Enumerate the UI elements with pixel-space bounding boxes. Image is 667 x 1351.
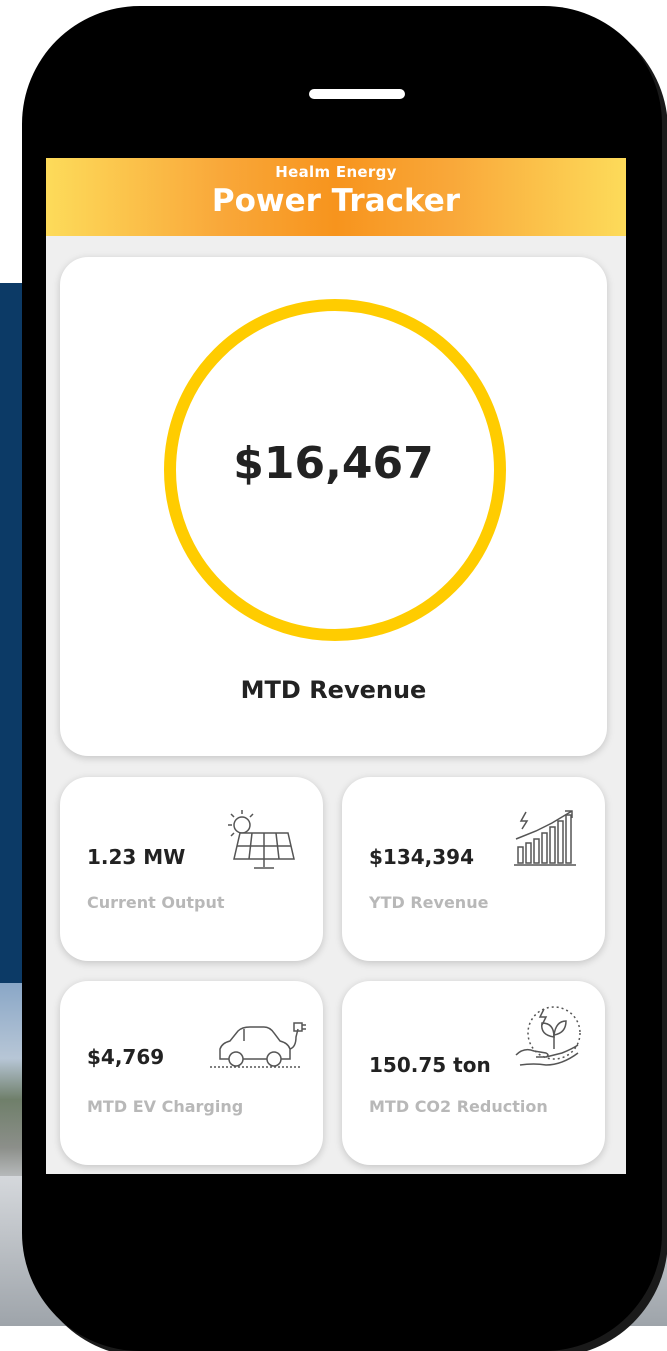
mtd-revenue-value: $16,467 [233,438,434,489]
app-title: Power Tracker [211,183,461,219]
co2-reduction-label: MTD CO2 Reduction [369,1097,548,1116]
ytd-revenue-label: YTD Revenue [369,893,489,912]
app-header: Healm Energy Power Tracker [46,158,626,236]
app-screen: Healm Energy Power Tracker $16,467 MTD R… [46,158,626,1174]
current-output-card[interactable]: 1.23 MW Current Output [60,777,323,961]
brand-name: Healm Energy [275,163,397,181]
co2-reduction-card[interactable]: 150.75 ton MTD CO2 Reduction [342,981,605,1165]
ev-charging-value: $4,769 [87,1045,165,1069]
mtd-revenue-label: MTD Revenue [240,676,427,704]
solar-panel-icon [228,810,295,869]
co2-reduction-value: 150.75 ton [369,1053,491,1077]
phone-speaker [309,89,405,99]
ev-car-charging-icon [210,1022,306,1068]
plant-hand-icon [515,1006,581,1066]
ev-charging-card[interactable]: $4,769 MTD EV Charging [60,981,323,1165]
ytd-revenue-value: $134,394 [369,845,475,869]
ytd-revenue-card[interactable]: $134,394 YTD Revenue [342,777,605,961]
current-output-value: 1.23 MW [87,845,186,869]
mtd-revenue-card[interactable]: $16,467 MTD Revenue [60,257,607,756]
growth-chart-icon [514,810,576,866]
ev-charging-label: MTD EV Charging [87,1097,244,1116]
current-output-label: Current Output [87,893,225,912]
